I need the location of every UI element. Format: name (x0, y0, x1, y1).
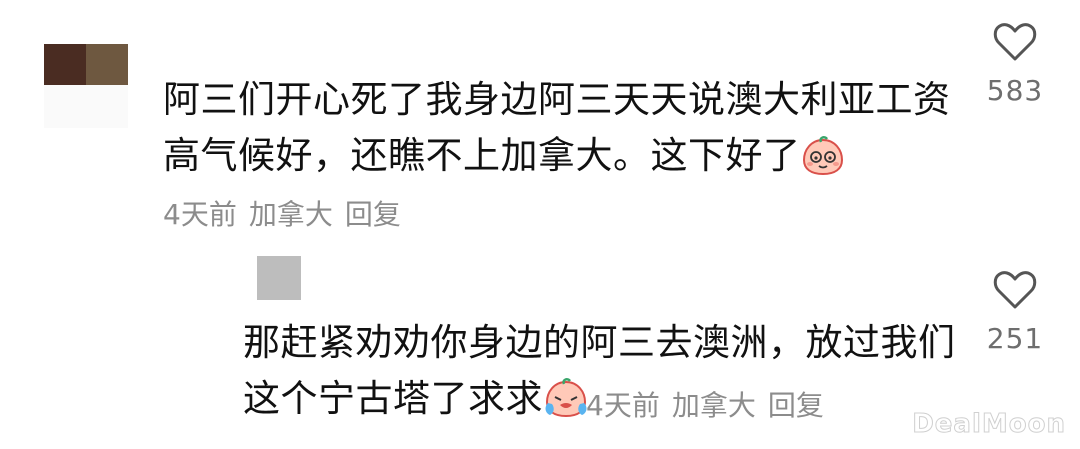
comment-text-line1: 阿三们开心死了我身边阿三天天说澳大利亚工资 (163, 78, 951, 121)
comment-text: 阿三们开心死了我身边阿三天天说澳大利亚工资 高气候好，还瞧不上加拿大。这下好了 (163, 72, 951, 192)
comment-text-line2-wrap: 高气候好，还瞧不上加拿大。这下好了 (163, 128, 951, 192)
reply-text-line1: 那赶紧劝劝你身边的阿三去澳洲，放过我们 (243, 321, 956, 364)
comment-like: 583 (970, 22, 1060, 107)
heart-icon[interactable] (993, 22, 1037, 62)
reply-like: 251 (970, 270, 1060, 355)
reply-location: 加拿大 (671, 389, 756, 422)
heart-icon[interactable] (993, 270, 1037, 310)
peach-cute-emoji-icon (801, 136, 845, 192)
comment-meta: 4天前 加拿大 回复 (163, 193, 413, 233)
reply-text-line2: 这个宁古塔了求求 (243, 377, 543, 420)
watermark-logo: DealMoon (912, 409, 1066, 440)
commenter-avatar[interactable] (44, 44, 128, 128)
comment-location: 加拿大 (248, 198, 333, 231)
reply-meta: 4天前 加拿大 回复 (586, 384, 836, 424)
reply-reply-button[interactable]: 回复 (768, 389, 824, 422)
comment-text-line2: 高气候好，还瞧不上加拿大。这下好了 (163, 134, 801, 177)
reply-like-count: 251 (986, 322, 1044, 355)
comment-like-count: 583 (986, 74, 1044, 107)
reply-time: 4天前 (586, 389, 660, 422)
replier-avatar[interactable] (257, 256, 301, 300)
comment-reply-button[interactable]: 回复 (345, 198, 401, 231)
comment-time: 4天前 (163, 198, 237, 231)
peach-crying-emoji-icon (543, 377, 589, 435)
